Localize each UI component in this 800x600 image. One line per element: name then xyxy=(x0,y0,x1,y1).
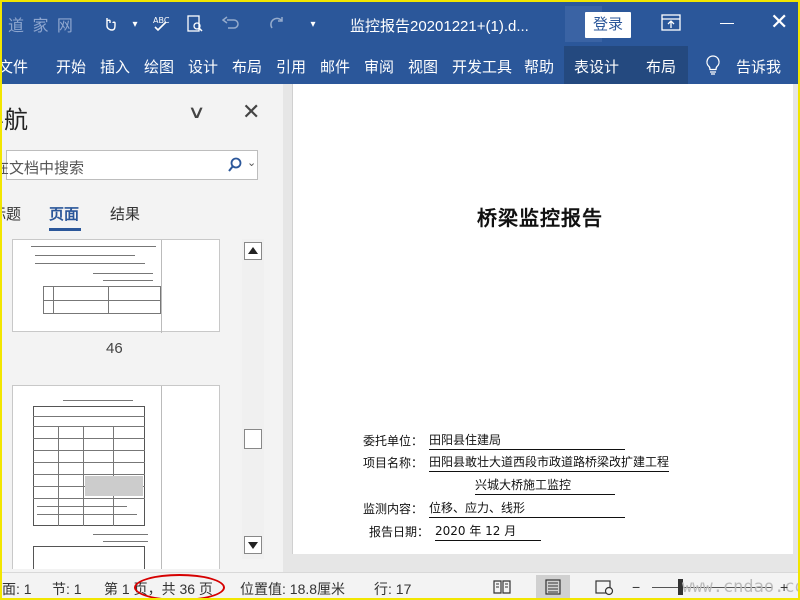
tab-home[interactable]: 开始 xyxy=(56,56,86,77)
tab-table-layout[interactable]: 布局 xyxy=(646,56,676,77)
undo-icon[interactable] xyxy=(218,11,244,37)
field-value-project-line2: 兴城大桥施工监控 xyxy=(475,476,615,495)
status-position[interactable]: 位置值: 18.8厘米 xyxy=(240,579,345,598)
field-label-content: 监测内容： xyxy=(363,502,424,516)
document-scrollbar[interactable] xyxy=(793,84,798,572)
lightbulb-icon[interactable] xyxy=(704,54,722,76)
login-button[interactable]: 登录 xyxy=(585,12,631,38)
tab-file[interactable]: 文件 xyxy=(2,56,28,77)
scroll-up-button[interactable] xyxy=(244,242,262,260)
highlight-oval xyxy=(134,574,225,598)
minimize-icon[interactable] xyxy=(720,23,734,24)
redo-icon[interactable] xyxy=(264,11,290,37)
arrow-down-icon xyxy=(248,542,258,549)
document-page[interactable]: 桥梁监控报告 委托单位： 田阳县住建局 项目名称： 田阳县敢壮大道西段市政道路桥… xyxy=(292,84,798,554)
close-window-icon[interactable]: ✕ xyxy=(770,11,788,33)
report-title: 桥梁监控报告 xyxy=(477,206,603,230)
nav-close-icon[interactable]: ✕ xyxy=(242,99,260,125)
document-area: 桥梁监控报告 委托单位： 田阳县住建局 项目名称： 田阳县敢壮大道西段市政道路桥… xyxy=(283,84,798,572)
zoom-out-button[interactable]: − xyxy=(632,579,640,595)
tab-help[interactable]: 帮助 xyxy=(524,56,554,77)
ribbon-display-options-icon[interactable] xyxy=(658,12,684,34)
page-thumbnail[interactable] xyxy=(12,385,220,569)
field-label-client: 委托单位： xyxy=(363,434,424,448)
tab-insert[interactable]: 插入 xyxy=(100,56,130,77)
nav-tab-pages[interactable]: 页面 xyxy=(49,203,79,224)
title-bar: 道 家 网 ▾ ABC ▾ 监控报告20201221+(1).d... 登录 ✕ xyxy=(2,2,798,46)
field-value-content: 位移、应力、线形 xyxy=(429,499,625,518)
field-value-project: 田阳县敢壮大道西段市政道路桥梁改扩建工程 xyxy=(429,453,670,472)
spelling-check-icon[interactable]: ABC xyxy=(148,11,174,37)
print-preview-icon[interactable] xyxy=(182,11,208,37)
tab-draw[interactable]: 绘图 xyxy=(144,56,174,77)
watermark-logo: 道 家 网 xyxy=(8,18,75,35)
tab-mailings[interactable]: 邮件 xyxy=(320,56,350,77)
status-bar: 页面: 1 节: 1 第 1 页，共 36 页 位置值: 18.8厘米 行: 1… xyxy=(2,572,798,598)
navigation-pane: 导航 ∨ ✕ 在文档中搜索 ⌄ 标题 页面 结果 xyxy=(2,84,283,572)
field-label-project: 项目名称： xyxy=(363,456,424,470)
search-icon[interactable] xyxy=(227,157,243,173)
tab-references[interactable]: 引用 xyxy=(276,56,306,77)
nav-tab-active-indicator xyxy=(49,228,81,231)
nav-tab-headings[interactable]: 标题 xyxy=(2,203,21,224)
tab-review[interactable]: 审阅 xyxy=(364,56,394,77)
arrow-up-icon xyxy=(248,247,258,254)
tab-developer[interactable]: 开发工具 xyxy=(452,56,512,77)
web-layout-icon[interactable] xyxy=(594,578,614,596)
field-label-date: 报告日期： xyxy=(369,525,430,539)
tab-view[interactable]: 视图 xyxy=(408,56,438,77)
svg-text:ABC: ABC xyxy=(153,16,170,25)
tab-table-design[interactable]: 表设计 xyxy=(574,56,619,77)
zoom-in-button[interactable]: + xyxy=(780,579,788,595)
status-line[interactable]: 行: 17 xyxy=(374,579,411,598)
page-thumbnail[interactable] xyxy=(12,239,220,333)
customize-dropdown-icon[interactable]: ▾ xyxy=(122,11,148,37)
touch-mode-icon[interactable] xyxy=(96,11,122,37)
document-title: 监控报告20201221+(1).d... xyxy=(350,18,529,35)
field-value-date: 2020 年 12 月 xyxy=(435,522,541,541)
field-value-client: 田阳县住建局 xyxy=(429,431,625,450)
nav-tab-results[interactable]: 结果 xyxy=(110,203,140,224)
thumbnail-page-number: 46 xyxy=(106,340,123,357)
search-dropdown-icon[interactable]: ⌄ xyxy=(247,156,256,169)
print-layout-icon[interactable] xyxy=(543,578,563,596)
scroll-thumb[interactable] xyxy=(244,429,262,449)
read-mode-icon[interactable] xyxy=(492,578,512,596)
tab-layout[interactable]: 布局 xyxy=(232,56,262,77)
nav-pane-title: 导航 xyxy=(2,107,28,134)
tab-design[interactable]: 设计 xyxy=(188,56,218,77)
status-section[interactable]: 节: 1 xyxy=(52,579,82,598)
page-thumbnails: 46 xyxy=(2,239,242,569)
word-window: 道 家 网 ▾ ABC ▾ 监控报告20201221+(1).d... 登录 ✕ xyxy=(0,0,800,600)
ribbon-tabs: 文件 开始 插入 绘图 设计 布局 引用 邮件 审阅 视图 开发工具 帮助 表设… xyxy=(2,46,798,84)
quick-access-more-icon[interactable]: ▾ xyxy=(300,11,326,37)
status-page[interactable]: 页面: 1 xyxy=(2,579,32,598)
tell-me-label[interactable]: 告诉我 xyxy=(736,56,781,77)
nav-vertical-scrollbar[interactable] xyxy=(242,239,264,559)
scroll-down-button[interactable] xyxy=(244,536,262,554)
nav-search-box[interactable]: 在文档中搜索 ⌄ xyxy=(2,150,258,180)
nav-options-chevron-icon[interactable]: ∨ xyxy=(187,102,205,123)
search-input[interactable]: 在文档中搜索 xyxy=(2,157,84,178)
